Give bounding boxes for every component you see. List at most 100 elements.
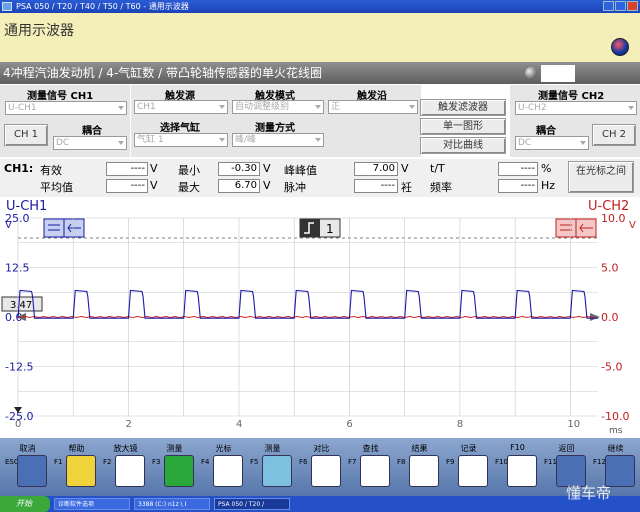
fkey-f2[interactable]: 放大镜 F2 (100, 438, 151, 496)
ch2-signal-select[interactable]: U-CH2 (515, 101, 637, 115)
fkey-f7[interactable]: 查找 F7 (345, 438, 396, 496)
x-tick-label: 8 (457, 419, 463, 430)
fkey-code: F3 (152, 458, 161, 466)
fkey-f3[interactable]: 测量 F3 (149, 438, 200, 496)
fkey-label: 返回 (558, 444, 575, 453)
avg-label: 平均值 (40, 181, 73, 194)
fkey-code: F1 (54, 458, 63, 466)
fkey-label: 记录 (460, 444, 477, 453)
fkey-label: 测量 (166, 444, 183, 453)
cylinder-select[interactable]: 气缸 1 (134, 133, 228, 147)
scope-chart: U-CH1 U-CH2 V V 1 3.47 25.012.50.0-12.5-… (1, 199, 636, 436)
max-unit: V (263, 179, 271, 192)
y2-tick-label: -5.0 (601, 361, 622, 374)
fkey-f9[interactable]: 记录 F9 (443, 438, 494, 496)
meas-channel: CH1: (4, 162, 34, 175)
task-item-2[interactable]: PSA 050 / T20 / (214, 498, 290, 510)
x-tick-label: 2 (125, 419, 131, 430)
pp-label: 峰峰值 (284, 164, 317, 177)
cylinder-label: 选择气缸 (160, 123, 200, 134)
y1-tick-label: -12.5 (5, 361, 33, 374)
fkey-code: F6 (299, 458, 308, 466)
ch1-signal-select[interactable]: U-CH1 (5, 101, 127, 115)
ch2-settings-panel: 测量信号 CH2 U-CH2 耦合 DC CH 2 (510, 85, 640, 157)
measure-device-icon (262, 455, 292, 487)
eff-unit: V (150, 162, 158, 175)
start-button[interactable]: 开始 (0, 496, 50, 512)
y1-tick-label: 25.0 (5, 212, 30, 225)
ch2-scale-control[interactable] (555, 218, 597, 238)
fkey-label: 查找 (362, 444, 379, 453)
fkey-label: 帮助 (68, 444, 85, 453)
avg-value: ---- (106, 179, 148, 193)
fkey-code: F9 (446, 458, 455, 466)
result-printer-icon (409, 455, 439, 487)
play-icon (164, 455, 194, 487)
fkey-f6[interactable]: 对比 F6 (296, 438, 347, 496)
x-tick-label: 4 (236, 419, 242, 430)
pulse-value: ---- (354, 179, 398, 193)
pp-value: 7.00 (354, 162, 398, 176)
single-graph-button[interactable]: 单一图形 (420, 118, 506, 135)
window-titlebar: PSA 050 / T20 / T40 / T50 / T60 - 通用示波器 (0, 0, 640, 13)
trigger-indicator[interactable]: 1 (299, 218, 341, 238)
minimize-button[interactable] (603, 1, 614, 11)
measurement-panel: CH1: 有效 ---- V 平均值 ---- V 最小 -0.30 V 最大 … (0, 159, 640, 197)
y2-tick-label: 0.0 (601, 311, 619, 324)
tree-icon (507, 455, 537, 487)
close-button[interactable] (627, 1, 638, 11)
trigger-edge-select[interactable]: 正 (328, 100, 418, 114)
fkey-code: F4 (201, 458, 210, 466)
freq-label: 频率 (430, 181, 452, 194)
task-item-1[interactable]: 3388 (C:) n1z \ I (134, 498, 210, 510)
fkey-code: F11 (544, 458, 557, 466)
x-tick-label: 6 (346, 419, 352, 430)
min-unit: V (263, 162, 271, 175)
fkey-f8[interactable]: 结果 F8 (394, 438, 445, 496)
fkey-label: 光标 (215, 444, 232, 453)
between-cursor-button[interactable]: 在光标之间 (568, 161, 634, 193)
series-ch2-line (17, 315, 596, 319)
duty-unit: % (541, 162, 552, 175)
pulse-unit: 衽 (401, 181, 412, 194)
fkey-esc[interactable]: 取消 ESC (2, 438, 53, 496)
series-ch1-line (17, 289, 598, 319)
x-tick-label: 10 (567, 419, 580, 430)
status-ball-icon (525, 67, 537, 79)
fkey-f10[interactable]: F10 F10 (492, 438, 543, 496)
trigger-mode-select[interactable]: 自动调整级别 (232, 100, 324, 114)
ch1-heading: 测量信号 CH1 (27, 91, 94, 102)
ch2-coupling-select[interactable]: DC (515, 136, 589, 150)
ch2-button[interactable]: CH 2 (592, 124, 636, 146)
ch1-scale-control[interactable] (43, 218, 85, 238)
fkey-f5[interactable]: 测量 F5 (247, 438, 298, 496)
duty-label: t/T (430, 162, 445, 175)
freq-unit: Hz (541, 179, 556, 192)
ch1-button[interactable]: CH 1 (4, 124, 48, 146)
max-label: 最大 (178, 181, 200, 194)
watermark-text: 懂车帝 (566, 484, 612, 502)
ch1-marker[interactable]: 3.47 (1, 296, 43, 312)
duty-value: ---- (498, 162, 538, 176)
compare-curve-button[interactable]: 对比曲线 (420, 137, 506, 154)
method-label: 测量方式 (255, 123, 295, 134)
ch1-coupling-label: 耦合 (82, 126, 102, 137)
oscilloscope-display[interactable]: U-CH1 U-CH2 V V 1 3.47 25.0 12.5 0.0 -12.5-… (0, 197, 640, 438)
maximize-button[interactable] (615, 1, 626, 11)
y2-tick-label: 10.0 (601, 212, 626, 225)
taskbar: 开始 诊断软件选项 3388 (C:) n1z \ I PSA 050 / T2… (0, 496, 640, 512)
ch1-coupling-select[interactable]: DC (53, 136, 127, 150)
fkey-f4[interactable]: 光标 F4 (198, 438, 249, 496)
min-value: -0.30 (218, 162, 260, 176)
trigger-filter-button[interactable]: 触发滤波器 (420, 99, 506, 116)
fkey-f1[interactable]: 帮助 F1 (51, 438, 102, 496)
method-select[interactable]: 峰/峰 (232, 133, 324, 147)
ch1-marker-value: 3.47 (10, 300, 32, 311)
max-value: 6.70 (218, 179, 260, 193)
brand-logo-icon (541, 65, 575, 82)
fkey-code: F8 (397, 458, 406, 466)
task-item-0[interactable]: 诊断软件选项 (54, 498, 130, 510)
trigger-source-select[interactable]: CH1 (134, 100, 228, 114)
fkey-code: F2 (103, 458, 112, 466)
eff-value: ---- (106, 162, 148, 176)
